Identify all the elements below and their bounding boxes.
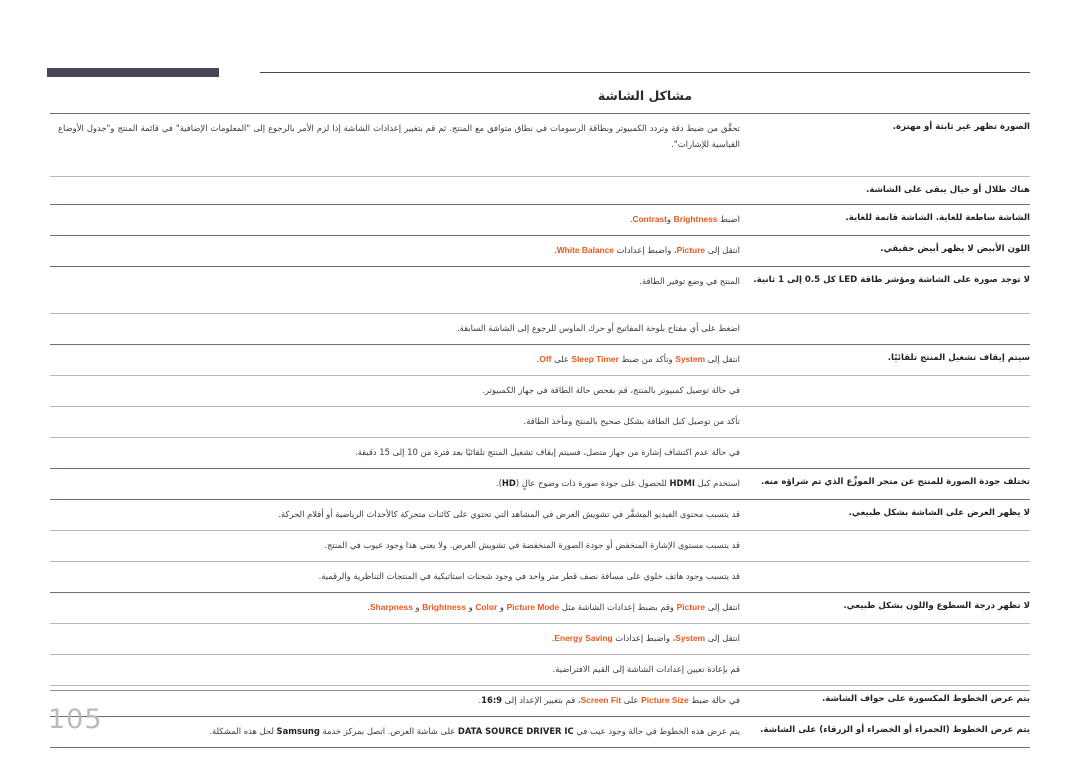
menu-term: System (675, 354, 706, 365)
table-row: تأكد من توصيل كبل الطاقة بشكل صحيح بالمن… (50, 406, 1030, 437)
table-row: الصورة تظهر غير ثابتة أو مهتزة. تحقَّق من… (50, 113, 1030, 176)
header-tab-marker (47, 68, 219, 77)
solution-cell: انتقل إلى Picture وقم بضبط إعدادات الشاش… (50, 593, 750, 623)
menu-term: Picture (676, 245, 706, 256)
menu-term: Brightness (422, 602, 466, 613)
spec-term: 16:9 (481, 694, 503, 705)
menu-term: Picture Mode (506, 602, 560, 613)
solution-cell: استخدم كبل HDMI للحصول على جودة صورة ذات… (50, 469, 750, 499)
problem-cell (750, 562, 1030, 592)
problem-cell (750, 655, 1030, 685)
menu-term: Color (475, 602, 498, 613)
table-row: قد يتسبب مستوى الإشارة المنخفض أو جودة ا… (50, 530, 1030, 561)
solution-cell (50, 177, 750, 204)
table-row: هناك ظلال أو خيال يبقى على الشاشة. (50, 176, 1030, 204)
page-number: 105 (48, 704, 103, 735)
table-row: انتقل إلى System، واضبط إعدادات Energy S… (50, 623, 1030, 654)
problem-cell: هناك ظلال أو خيال يبقى على الشاشة. (865, 185, 1030, 195)
solution-cell: قد يتسبب وجود هاتف خلوي على مسافة نصف قط… (318, 571, 740, 582)
menu-term: Picture Size (641, 694, 689, 705)
solution-cell: يتم عرض هذه الخطوط في حالة وجود عيب في D… (50, 717, 750, 747)
solution-cell: انتقل إلى Picture، واضبط إعدادات White B… (50, 236, 750, 266)
solution-cell: اضغط على أي مفتاح بلوحة المفاتيح أو حرك … (456, 323, 740, 334)
problem-cell: الصورة تظهر غير ثابتة أو مهتزة. (892, 122, 1030, 132)
problem-cell: اللون الأبيض لا يظهر أبيض حقيقي. (880, 244, 1030, 255)
menu-term: Brightness (673, 214, 718, 225)
menu-term: Screen Fit (580, 694, 622, 705)
menu-term: Contrast (632, 214, 667, 225)
problem-cell: سيتم إيقاف تشغيل المنتج تلقائيًا. (887, 353, 1030, 364)
page-title: مشاكل الشاشة (597, 88, 693, 103)
problem-cell: الشاشة ساطعة للغاية. الشاشة قاتمة للغاية… (845, 213, 1031, 224)
header-rule (260, 72, 1030, 73)
problem-cell (750, 624, 1030, 654)
footer-rule (50, 690, 1030, 691)
solution-cell: اضبط Brightness وContrast. (50, 205, 750, 235)
table-row: لا تظهر درجة السطوع واللون بشكل طبيعي. ان… (50, 592, 1030, 623)
menu-term: Sleep Timer (571, 354, 619, 365)
menu-term: System (675, 633, 706, 644)
problem-cell: تختلف جودة الصورة للمنتج عن متجر الموزِّ… (761, 477, 1030, 488)
table-row: اضغط على أي مفتاح بلوحة المفاتيح أو حرك … (50, 313, 1030, 344)
problem-cell (750, 314, 1030, 344)
solution-cell: تأكد من توصيل كبل الطاقة بشكل صحيح بالمن… (523, 416, 740, 427)
table-row: تختلف جودة الصورة للمنتج عن متجر الموزِّ… (50, 468, 1030, 499)
table-row: اللون الأبيض لا يظهر أبيض حقيقي. انتقل إل… (50, 235, 1030, 266)
solution-cell: انتقل إلى System وتأكد من ضبط Sleep Time… (50, 345, 750, 375)
table-row: الشاشة ساطعة للغاية. الشاشة قاتمة للغاية… (50, 204, 1030, 235)
solution-cell: قم بإعادة تعيين إعدادات الشاشة إلى القيم… (552, 664, 740, 674)
solution-cell: تحقَّق من ضبط دقة وتردد الكمبيوتر وبطاقة… (58, 123, 740, 149)
spec-term: HDMI (669, 478, 695, 489)
problem-cell (750, 438, 1030, 468)
spec-term: DATA SOURCE DRIVER IC (457, 725, 574, 736)
problem-cell: يتم عرض الخطوط (الحمراء أو الخضراء أو ال… (760, 724, 1030, 735)
menu-term: White Balance (556, 245, 614, 256)
solution-cell: قد يتسبب محتوى الفيديو المشفَّر في تشويش… (278, 509, 740, 520)
solution-cell: قد يتسبب مستوى الإشارة المنخفض أو جودة ا… (324, 540, 740, 551)
solution-cell: انتقل إلى System، واضبط إعدادات Energy S… (50, 624, 750, 654)
problem-cell (750, 376, 1030, 406)
spec-term: HD (501, 478, 516, 489)
table-row: قد يتسبب وجود هاتف خلوي على مسافة نصف قط… (50, 561, 1030, 592)
troubleshooting-table: الصورة تظهر غير ثابتة أو مهتزة. تحقَّق من… (50, 113, 1030, 748)
problem-cell (750, 531, 1030, 561)
table-row: لا يظهر العرض على الشاشة بشكل طبيعي. قد ي… (50, 499, 1030, 530)
problem-cell: لا توجد صورة على الشاشة ومؤشر طاقة LED ك… (753, 275, 1030, 286)
table-row: يتم عرض الخطوط (الحمراء أو الخضراء أو ال… (50, 715, 1030, 748)
problem-cell (750, 407, 1030, 437)
menu-term: Off (539, 354, 552, 365)
menu-term: Energy Saving (554, 633, 613, 644)
table-row: سيتم إيقاف تشغيل المنتج تلقائيًا. انتقل إ… (50, 344, 1030, 375)
problem-cell: لا تظهر درجة السطوع واللون بشكل طبيعي. (843, 601, 1030, 612)
table-row: في حالة عدم اكتشاف إشارة من جهاز متصل، ف… (50, 437, 1030, 468)
solution-cell: في حالة توصيل كمبيوتر بالمنتج، قم بفحص ح… (482, 385, 740, 396)
solution-cell: في حالة عدم اكتشاف إشارة من جهاز متصل، ف… (354, 447, 740, 458)
header-band (0, 68, 1080, 78)
menu-term: Picture (676, 602, 706, 613)
solution-cell: المنتج في وضع توفير الطاقة. (639, 276, 740, 287)
document-page: مشاكل الشاشة الصورة تظهر غير ثابتة أو مه… (0, 0, 1080, 763)
table-row: لا توجد صورة على الشاشة ومؤشر طاقة LED ك… (50, 266, 1030, 313)
table-row: في حالة توصيل كمبيوتر بالمنتج، قم بفحص ح… (50, 375, 1030, 406)
table-row: قم بإعادة تعيين إعدادات الشاشة إلى القيم… (50, 654, 1030, 685)
spec-term: Samsung (276, 725, 320, 736)
problem-cell: لا يظهر العرض على الشاشة بشكل طبيعي. (848, 508, 1030, 519)
menu-term: Sharpness (370, 602, 413, 613)
